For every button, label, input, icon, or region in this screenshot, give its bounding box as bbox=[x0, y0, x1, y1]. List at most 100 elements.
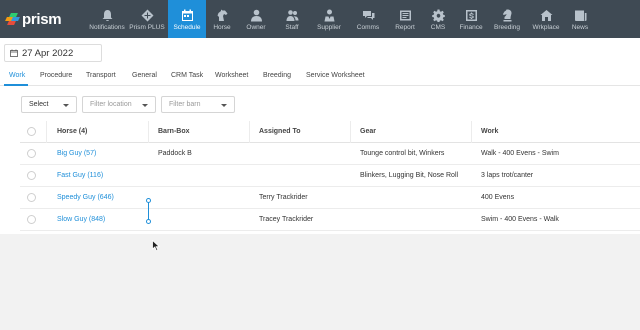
tab-crm-task[interactable]: CRM Task bbox=[171, 72, 203, 79]
nav-item-label: Breeding bbox=[493, 23, 521, 31]
report-icon bbox=[397, 9, 413, 22]
chevron-down-icon bbox=[221, 104, 227, 107]
nav-item-news[interactable]: News bbox=[566, 0, 594, 38]
schedule-content: 27 Apr 2022 Work Procedure Transport Gen… bbox=[0, 38, 640, 234]
nav-item-label: Wrkplace bbox=[532, 23, 560, 31]
horse-link[interactable]: Big Guy (57) bbox=[57, 150, 96, 157]
nav-item-wrkplace[interactable]: Wrkplace bbox=[526, 0, 566, 38]
nav-item-label: Supplier bbox=[317, 23, 341, 31]
active-tab-indicator bbox=[4, 84, 28, 86]
nav-item-label: Notifications bbox=[89, 23, 125, 31]
column-header-horse[interactable]: Horse (4) bbox=[57, 128, 87, 135]
nav-item-comms[interactable]: Comms bbox=[348, 0, 388, 38]
nav-item-label: Horse bbox=[213, 23, 231, 31]
drag-knob-bottom[interactable] bbox=[146, 219, 151, 224]
nav-item-label: Staff bbox=[285, 23, 299, 31]
table-row[interactable]: Big Guy (57) Paddock B Tounge control bi… bbox=[20, 143, 640, 165]
date-picker[interactable]: 27 Apr 2022 bbox=[4, 44, 102, 62]
tab-breeding[interactable]: Breeding bbox=[263, 72, 291, 79]
work-table: Horse (4) Barn-Box Assigned To Gear Work… bbox=[20, 121, 640, 231]
select-label: Select bbox=[29, 101, 49, 108]
filter-location-placeholder: Filter location bbox=[90, 101, 132, 108]
gear-cell: Blinkers, Lugging Bit, Nose Roll bbox=[360, 172, 459, 179]
work-cell: Swim - 400 Evens - Walk bbox=[481, 216, 559, 223]
row-checkbox[interactable] bbox=[27, 193, 36, 202]
row-checkbox[interactable] bbox=[27, 215, 36, 224]
staff-icon bbox=[284, 9, 300, 22]
nav-item-breeding[interactable]: Breeding bbox=[488, 0, 526, 38]
table-row[interactable]: Speedy Guy (646) Terry Trackrider 400 Ev… bbox=[20, 187, 640, 209]
nav-item-label: Owner bbox=[246, 23, 266, 31]
nav-item-label: Comms bbox=[356, 23, 380, 31]
table-row[interactable]: Fast Guy (116) Blinkers, Lugging Bit, No… bbox=[20, 165, 640, 187]
calendar-icon bbox=[10, 49, 18, 57]
tab-work[interactable]: Work bbox=[9, 72, 25, 79]
table-row[interactable]: Slow Guy (848) Tracey Trackrider Swim - … bbox=[20, 209, 640, 231]
horse-link[interactable]: Speedy Guy (646) bbox=[57, 194, 114, 201]
nav-item-staff[interactable]: Staff bbox=[274, 0, 310, 38]
chevron-down-icon bbox=[63, 104, 69, 107]
work-cell: 400 Evens bbox=[481, 194, 515, 201]
assigned-to-cell: Terry Trackrider bbox=[259, 194, 308, 201]
tab-transport[interactable]: Transport bbox=[86, 72, 116, 79]
tab-general[interactable]: General bbox=[132, 72, 157, 79]
horse-icon bbox=[214, 9, 230, 22]
chevron-down-icon bbox=[142, 104, 148, 107]
tab-service-worksheet[interactable]: Service Worksheet bbox=[306, 72, 365, 79]
filter-barn-placeholder: Filter barn bbox=[169, 101, 201, 108]
chess-knight-icon bbox=[499, 9, 515, 22]
finance-icon bbox=[463, 9, 479, 22]
nav-item-owner[interactable]: Owner bbox=[238, 0, 274, 38]
workplace-icon bbox=[538, 9, 554, 22]
assigned-to-cell: Tracey Trackrider bbox=[259, 216, 314, 223]
select-dropdown[interactable]: Select bbox=[21, 96, 77, 113]
top-navigation: prism Notifications Prism PLUS Schedule Hor… bbox=[0, 0, 640, 38]
filter-barn-dropdown[interactable]: Filter barn bbox=[161, 96, 235, 113]
nav-item-label: Finance bbox=[459, 23, 483, 31]
supplier-icon bbox=[321, 9, 337, 22]
tab-procedure[interactable]: Procedure bbox=[40, 72, 72, 79]
row-checkbox[interactable] bbox=[27, 149, 36, 158]
bell-icon bbox=[99, 9, 115, 22]
nav-item-supplier[interactable]: Supplier bbox=[310, 0, 348, 38]
filter-bar: Select Filter location Filter barn bbox=[0, 96, 640, 116]
comms-icon bbox=[360, 9, 376, 22]
column-header-assigned-to[interactable]: Assigned To bbox=[259, 128, 300, 135]
column-header-gear[interactable]: Gear bbox=[360, 128, 376, 135]
date-value: 27 Apr 2022 bbox=[22, 47, 74, 59]
barn-box-cell: Paddock B bbox=[158, 150, 192, 157]
nav-item-schedule[interactable]: Schedule bbox=[168, 0, 206, 38]
prism-logo[interactable]: prism bbox=[0, 0, 88, 38]
calendar-icon bbox=[179, 9, 195, 22]
nav-item-cms[interactable]: CMS bbox=[422, 0, 454, 38]
tab-worksheet[interactable]: Worksheet bbox=[215, 72, 248, 79]
nav-item-report[interactable]: Report bbox=[388, 0, 422, 38]
table-header: Horse (4) Barn-Box Assigned To Gear Work bbox=[20, 121, 640, 143]
nav-item-prism-plus[interactable]: Prism PLUS bbox=[126, 0, 168, 38]
news-icon bbox=[572, 9, 588, 22]
select-all-checkbox[interactable] bbox=[27, 127, 36, 136]
row-checkbox[interactable] bbox=[27, 171, 36, 180]
nav-item-finance[interactable]: Finance bbox=[454, 0, 488, 38]
work-cell: 3 laps trot/canter bbox=[481, 172, 534, 179]
owner-icon bbox=[248, 9, 264, 22]
column-header-work[interactable]: Work bbox=[481, 128, 498, 135]
column-header-barn-box[interactable]: Barn-Box bbox=[158, 128, 190, 135]
nav-item-horse[interactable]: Horse bbox=[206, 0, 238, 38]
plus-icon bbox=[139, 9, 155, 22]
horse-link[interactable]: Fast Guy (116) bbox=[57, 172, 103, 179]
nav-item-label: Schedule bbox=[173, 23, 201, 31]
nav-item-notifications[interactable]: Notifications bbox=[88, 0, 126, 38]
mouse-cursor-icon bbox=[152, 240, 161, 252]
filter-location-dropdown[interactable]: Filter location bbox=[82, 96, 156, 113]
gear-icon bbox=[430, 9, 446, 22]
work-cell: Walk - 400 Evens - Swim bbox=[481, 150, 559, 157]
nav-item-label: Prism PLUS bbox=[129, 23, 165, 31]
drag-bar bbox=[148, 202, 149, 220]
nav-item-label: News bbox=[571, 23, 589, 31]
row-drag-handle[interactable] bbox=[146, 198, 151, 224]
gear-cell: Tounge control bit, Winkers bbox=[360, 150, 445, 157]
nav-item-label: CMS bbox=[430, 23, 446, 31]
prism-logo-mark bbox=[4, 13, 20, 25]
horse-link[interactable]: Slow Guy (848) bbox=[57, 216, 105, 223]
